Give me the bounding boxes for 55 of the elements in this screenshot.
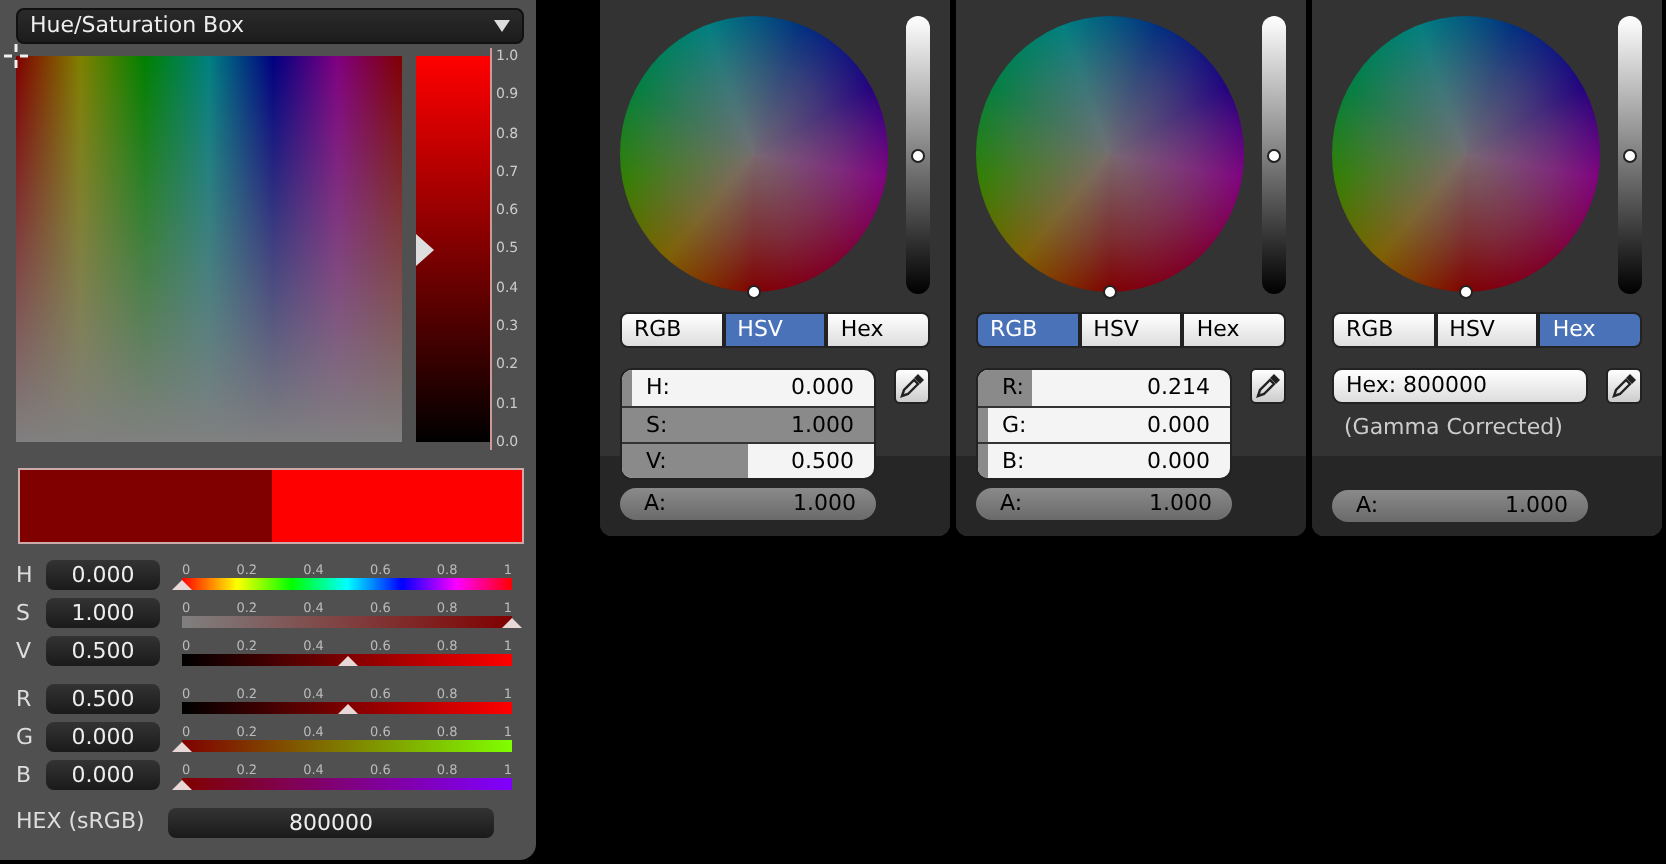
number-slider-field[interactable]: B: 0.000 [978,442,1230,478]
channel-label: V [16,636,34,666]
crosshair-icon[interactable] [4,44,28,68]
value-field[interactable]: 0.500 [46,684,160,714]
value-field[interactable]: 0.000 [46,560,160,590]
channel-label: S [16,598,32,628]
mode-tab[interactable]: HSV [723,312,827,348]
value-slider[interactable] [906,16,930,294]
mode-tab[interactable]: HSV [1435,312,1539,348]
eyedropper-button[interactable] [1250,368,1286,404]
mode-tab[interactable]: Hex [1538,312,1643,348]
number-slider-field[interactable]: V: 0.500 [622,442,874,478]
mode-tab[interactable]: HSV [1079,312,1183,348]
hex-field[interactable]: 800000 [168,807,494,838]
number-slider-field[interactable]: G: 0.000 [978,406,1230,442]
channel-label: B [16,760,34,790]
eyedropper-button[interactable] [1606,368,1642,404]
value-marker[interactable] [416,233,434,265]
value-bar[interactable] [416,56,490,442]
value-field[interactable]: 0.500 [46,636,160,666]
mode-tab[interactable]: RGB [976,312,1080,348]
eyedropper-icon [900,374,924,398]
mode-tab[interactable]: RGB [620,312,724,348]
gamma-note: (Gamma Corrected) [1342,412,1565,444]
dropdown-arrow-icon [494,20,510,32]
eyedropper-icon [1256,374,1280,398]
mode-tab[interactable]: Hex [1182,312,1287,348]
value-field[interactable]: 0.000 [46,760,160,790]
channel-label: R [16,684,34,714]
eyedropper-button[interactable] [894,368,930,404]
value-slider[interactable] [1262,16,1286,294]
slider-thumb[interactable] [1623,148,1638,162]
alpha-field[interactable]: A: 1.000 [620,488,876,520]
hue-saturation-box[interactable] [16,56,402,442]
wheel-marker[interactable] [747,285,762,299]
slider-thumb[interactable] [1267,148,1282,162]
eyedropper-icon [1612,374,1636,398]
value-field[interactable]: 1.000 [46,598,160,628]
alpha-field[interactable]: A: 1.000 [1332,489,1588,521]
value-slider[interactable] [1618,16,1642,294]
wheel-marker[interactable] [1459,285,1474,299]
number-slider-field[interactable]: R: 0.214 [978,370,1230,406]
hex-field[interactable]: Hex: 800000 [1332,368,1588,404]
mode-tab[interactable]: Hex [826,312,931,348]
wheel-marker[interactable] [1103,285,1118,299]
slider-thumb[interactable] [911,148,926,162]
value-field[interactable]: 0.000 [46,722,160,752]
alpha-field[interactable]: A: 1.000 [976,488,1232,520]
channel-label: G [16,722,36,752]
number-slider-field[interactable]: S: 1.000 [622,406,874,442]
number-slider-field[interactable]: H: 0.000 [622,370,874,406]
mode-tab[interactable]: RGB [1332,312,1436,348]
mode-dropdown[interactable]: Hue/Saturation Box [16,8,524,44]
channel-label: H [16,560,35,590]
hex-label: HEX (sRGB) [16,806,147,838]
